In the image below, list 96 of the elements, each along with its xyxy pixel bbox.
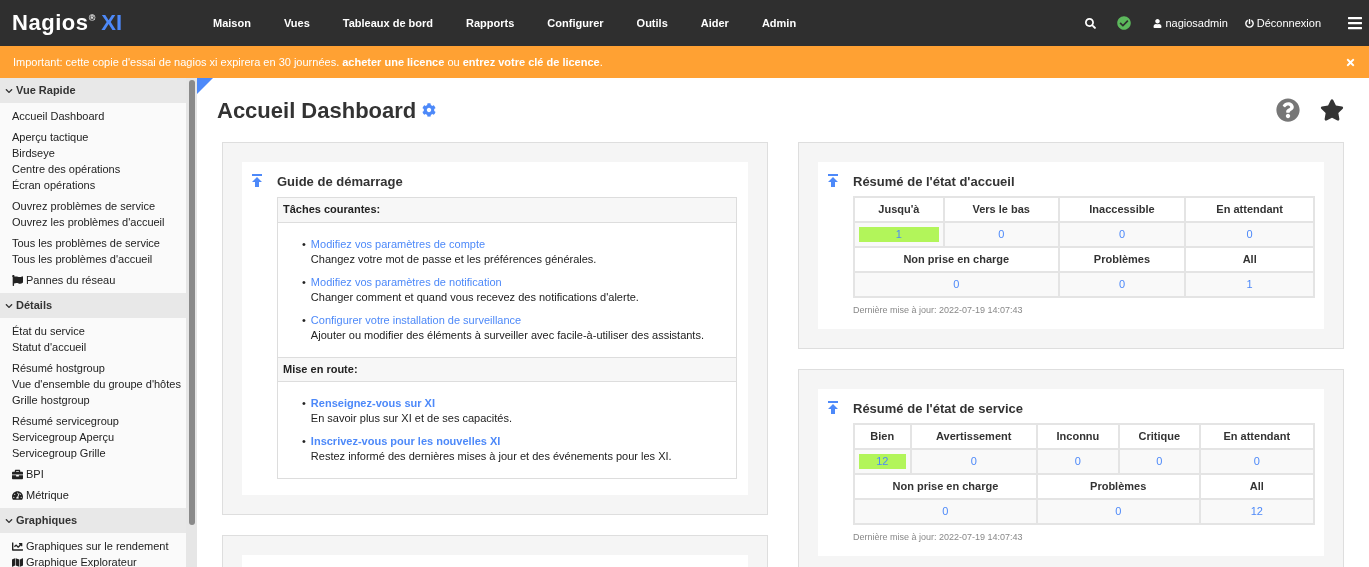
- star-icon[interactable]: [1320, 98, 1344, 122]
- bullet: •: [302, 312, 306, 328]
- section-title: Vue Rapide: [16, 83, 76, 99]
- guide-description: Ajouter ou modifier des éléments à surveiller avec facile-à-utiliser des assistants.: [310, 327, 704, 343]
- pin-up-icon[interactable]: [827, 174, 839, 188]
- column-header: Inaccessible: [1058, 196, 1186, 222]
- nav-link[interactable]: Aider: [700, 14, 729, 32]
- chevron-down-icon[interactable]: [5, 301, 13, 310]
- help-icon[interactable]: [1276, 98, 1300, 122]
- column-header: En attendant: [1199, 423, 1314, 449]
- page-title: Accueil Dashboard: [217, 96, 417, 125]
- power-icon[interactable]: [1244, 18, 1254, 28]
- bullet: •: [302, 236, 306, 252]
- nav-link[interactable]: Vues: [283, 14, 310, 32]
- nav-link[interactable]: Admin: [761, 14, 797, 32]
- user-icon[interactable]: [1153, 18, 1163, 28]
- column-header: Critique: [1119, 423, 1200, 449]
- guide-link[interactable]: Configurer votre installation de surveillance: [310, 313, 522, 326]
- column-header: All: [1185, 246, 1314, 272]
- dashlet-title: Guide de démarrage: [277, 173, 404, 191]
- search-icon[interactable]: [1085, 17, 1097, 29]
- sidebar-link[interactable]: État du service: [0, 323, 186, 339]
- briefcase-icon: [12, 468, 23, 480]
- sidebar-link[interactable]: Birdseye: [0, 145, 186, 161]
- sidebar-link[interactable]: Résumé hostgroup: [0, 360, 186, 376]
- map-icon: [12, 556, 23, 567]
- column-header: Vers le bas: [943, 196, 1059, 222]
- last-update-text: Dernière mise à jour: 2022-07-19 14:07:43: [853, 530, 1024, 544]
- sidebar-link[interactable]: Résumé servicegroup: [0, 413, 186, 429]
- corner-tab-icon[interactable]: [197, 78, 213, 94]
- column-header: Non prise en charge: [854, 246, 1059, 272]
- column-header: Jusqu'à: [854, 196, 944, 222]
- column-header: En attendant: [1185, 196, 1314, 222]
- sidebar-link[interactable]: Graphiques sur le rendement: [0, 538, 186, 554]
- bullet: •: [302, 395, 306, 411]
- sidebar-link[interactable]: Ouvrez problèmes de service: [0, 198, 186, 214]
- section-header[interactable]: Vue Rapide: [0, 78, 186, 103]
- sidebar-link[interactable]: Tous les problèmes de service: [0, 235, 186, 251]
- trial-notice: Important: cette copie d'essai de nagios xi expirera en 30 journées. acheter une licence ou entrez votre clé de licence.: [13, 54, 603, 70]
- sidebar-link[interactable]: Écran opérations: [0, 177, 186, 193]
- dashlet-title: Résumé de l'état d'accueil: [853, 173, 1016, 191]
- section-heading: Mise en route:: [278, 356, 736, 382]
- section-header[interactable]: Détails: [0, 293, 186, 318]
- column-header: Non prise en charge: [854, 473, 1037, 499]
- scrollbar-thumb[interactable]: [188, 80, 195, 525]
- pin-up-icon[interactable]: [827, 401, 839, 415]
- logout-link[interactable]: Déconnexion: [1256, 14, 1321, 32]
- sidebar-link[interactable]: Métrique: [0, 487, 186, 503]
- status-indicator[interactable]: [1117, 16, 1132, 30]
- dashlet-title: Résumé de l'état de service: [853, 400, 1024, 418]
- line-chart-icon: [12, 540, 23, 552]
- sidebar-link[interactable]: Servicegroup Grille: [0, 445, 186, 461]
- sidebar-link[interactable]: Grille hostgroup: [0, 392, 186, 408]
- last-update-text: Dernière mise à jour: 2022-07-19 14:07:43: [853, 303, 1024, 317]
- guide-description: Restez informé des dernières mises à jour et des événements pour les XI.: [310, 448, 672, 464]
- bullet: •: [302, 274, 306, 290]
- gauge-icon: [12, 489, 23, 501]
- menu-icon[interactable]: [1347, 15, 1363, 31]
- nav-link[interactable]: Maison: [213, 14, 251, 32]
- bullet: •: [302, 433, 306, 449]
- column-header: Inconnu: [1036, 423, 1119, 449]
- section-heading: Tâches courantes:: [278, 197, 736, 223]
- nav-link[interactable]: Configurer: [547, 14, 604, 32]
- chevron-down-icon[interactable]: [5, 86, 13, 95]
- sidebar-link[interactable]: Pannes du réseau: [0, 272, 186, 288]
- section-title: Détails: [16, 298, 53, 314]
- section-header[interactable]: Graphiques: [0, 508, 186, 533]
- user-link[interactable]: nagiosadmin: [1165, 14, 1228, 32]
- sidebar-link[interactable]: Centre des opérations: [0, 161, 186, 177]
- guide-description: Changer comment et quand vous recevez des notifications d'alerte.: [310, 289, 639, 305]
- sidebar-link[interactable]: Tous les problèmes d'accueil: [0, 251, 186, 267]
- guide-link[interactable]: Modifiez vos paramètres de compte: [310, 237, 486, 250]
- column-header: Problèmes: [1036, 473, 1200, 499]
- sidebar-link[interactable]: Ouvrez les problèmes d'accueil: [0, 214, 186, 230]
- section-title: Graphiques: [16, 513, 78, 529]
- sidebar-link[interactable]: Statut d'accueil: [0, 339, 186, 355]
- column-header: Avertissement: [910, 423, 1037, 449]
- sidebar-link[interactable]: Aperçu tactique: [0, 129, 186, 145]
- guide-description: Changez votre mot de passe et les préférences générales.: [310, 251, 597, 267]
- nav-link[interactable]: Outils: [636, 14, 668, 32]
- guide-link[interactable]: Modifiez vos paramètres de notification: [310, 275, 502, 288]
- column-header: Problèmes: [1058, 246, 1186, 272]
- flag-icon: [12, 274, 23, 286]
- chevron-down-icon[interactable]: [5, 516, 13, 525]
- nav-link[interactable]: Tableaux de bord: [342, 14, 434, 32]
- column-header: Bien: [854, 423, 911, 449]
- nav-link[interactable]: Rapports: [466, 14, 515, 32]
- column-header: All: [1199, 473, 1314, 499]
- settings-icon[interactable]: [422, 103, 437, 117]
- sidebar-link[interactable]: Servicegroup Aperçu: [0, 429, 186, 445]
- sidebar-link[interactable]: Vue d'ensemble du groupe d'hôtes: [0, 376, 186, 392]
- sidebar-link[interactable]: BPI: [0, 466, 186, 482]
- logo[interactable]: Nagios® XI: [12, 12, 213, 34]
- pin-up-icon[interactable]: [251, 174, 263, 188]
- sidebar-link[interactable]: Accueil Dashboard: [0, 108, 186, 124]
- guide-description: En savoir plus sur XI et de ses capacités.: [310, 410, 512, 426]
